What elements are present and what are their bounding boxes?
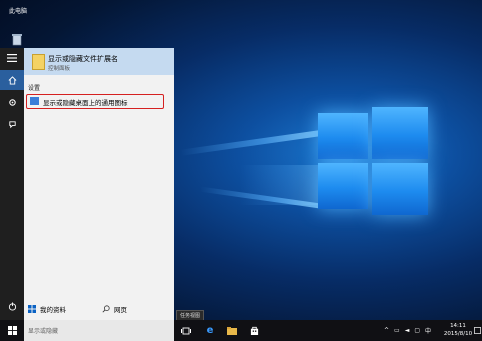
desktop-settings-icon [30,97,39,105]
my-stuff-label: 我的资料 [40,306,66,314]
this-pc-desktop-icon[interactable]: 此电脑 [4,6,32,15]
edge-button[interactable]: e [200,320,220,341]
task-view-icon [181,327,191,334]
volume-icon[interactable]: ◄ [405,327,410,334]
network-icon[interactable]: ▭ [394,327,400,334]
windows-logo-graphic [318,107,430,217]
gear-icon [8,98,16,106]
clock-time: 14:11 [450,323,466,329]
light-beam [180,130,320,156]
setting-result-label: 显示或隐藏桌面上的通用图标 [43,99,128,107]
file-explorer-button[interactable] [222,320,242,341]
start-button[interactable] [0,320,24,341]
settings-button[interactable] [0,92,24,112]
setting-result-item[interactable]: 显示或隐藏桌面上的通用图标 [26,94,164,109]
light-beam [240,165,320,205]
windows-icon [28,305,36,313]
home-icon [8,75,16,85]
search-input-text: 显示或隐藏 [28,328,59,335]
search-icon [102,305,110,313]
system-tray: ^ ▭ ◄ ▢ 中 [384,320,431,341]
best-match-result[interactable]: 显示或隐藏文件扩展名 控制面板 [24,48,174,75]
best-match-title: 显示或隐藏文件扩展名 [48,55,118,63]
power-icon [8,301,16,311]
web-label: 网页 [114,306,127,314]
hamburger-icon [7,54,17,62]
web-scope-button[interactable]: 网页 [102,300,168,318]
search-results-panel: 显示或隐藏文件扩展名 控制面板 设置 显示或隐藏桌面上的通用图标 我的资料 网页 [24,48,174,320]
chevron-up-icon[interactable]: ^ [384,327,389,334]
folder-icon [227,326,237,335]
task-view-button[interactable] [176,320,196,341]
edge-icon: e [206,325,214,336]
windows-start-icon [7,326,17,335]
notification-icon[interactable]: ▢ [414,327,420,334]
ime-indicator[interactable]: 中 [425,326,431,335]
home-button[interactable] [0,70,24,90]
this-pc-label: 此电脑 [8,8,27,15]
recycle-bin-icon[interactable] [10,32,24,46]
my-stuff-scope-button[interactable]: 我的资料 [28,300,98,318]
feedback-button[interactable] [0,114,24,134]
feedback-icon [8,120,16,128]
best-match-subtitle: 控制面板 [48,66,71,72]
settings-section-header: 设置 [28,85,41,92]
store-button[interactable] [244,320,264,341]
power-button[interactable] [0,296,24,316]
control-panel-icon [32,54,45,70]
action-center-icon [473,327,481,334]
clock[interactable]: 14:11 2015/8/10 [440,322,476,338]
store-icon [250,326,258,335]
taskbar-search-input[interactable]: 显示或隐藏 [24,320,174,341]
hamburger-menu-button[interactable] [0,48,24,68]
clock-date: 2015/8/10 [443,331,473,337]
start-left-rail [0,48,24,320]
action-center-button[interactable] [472,320,482,341]
